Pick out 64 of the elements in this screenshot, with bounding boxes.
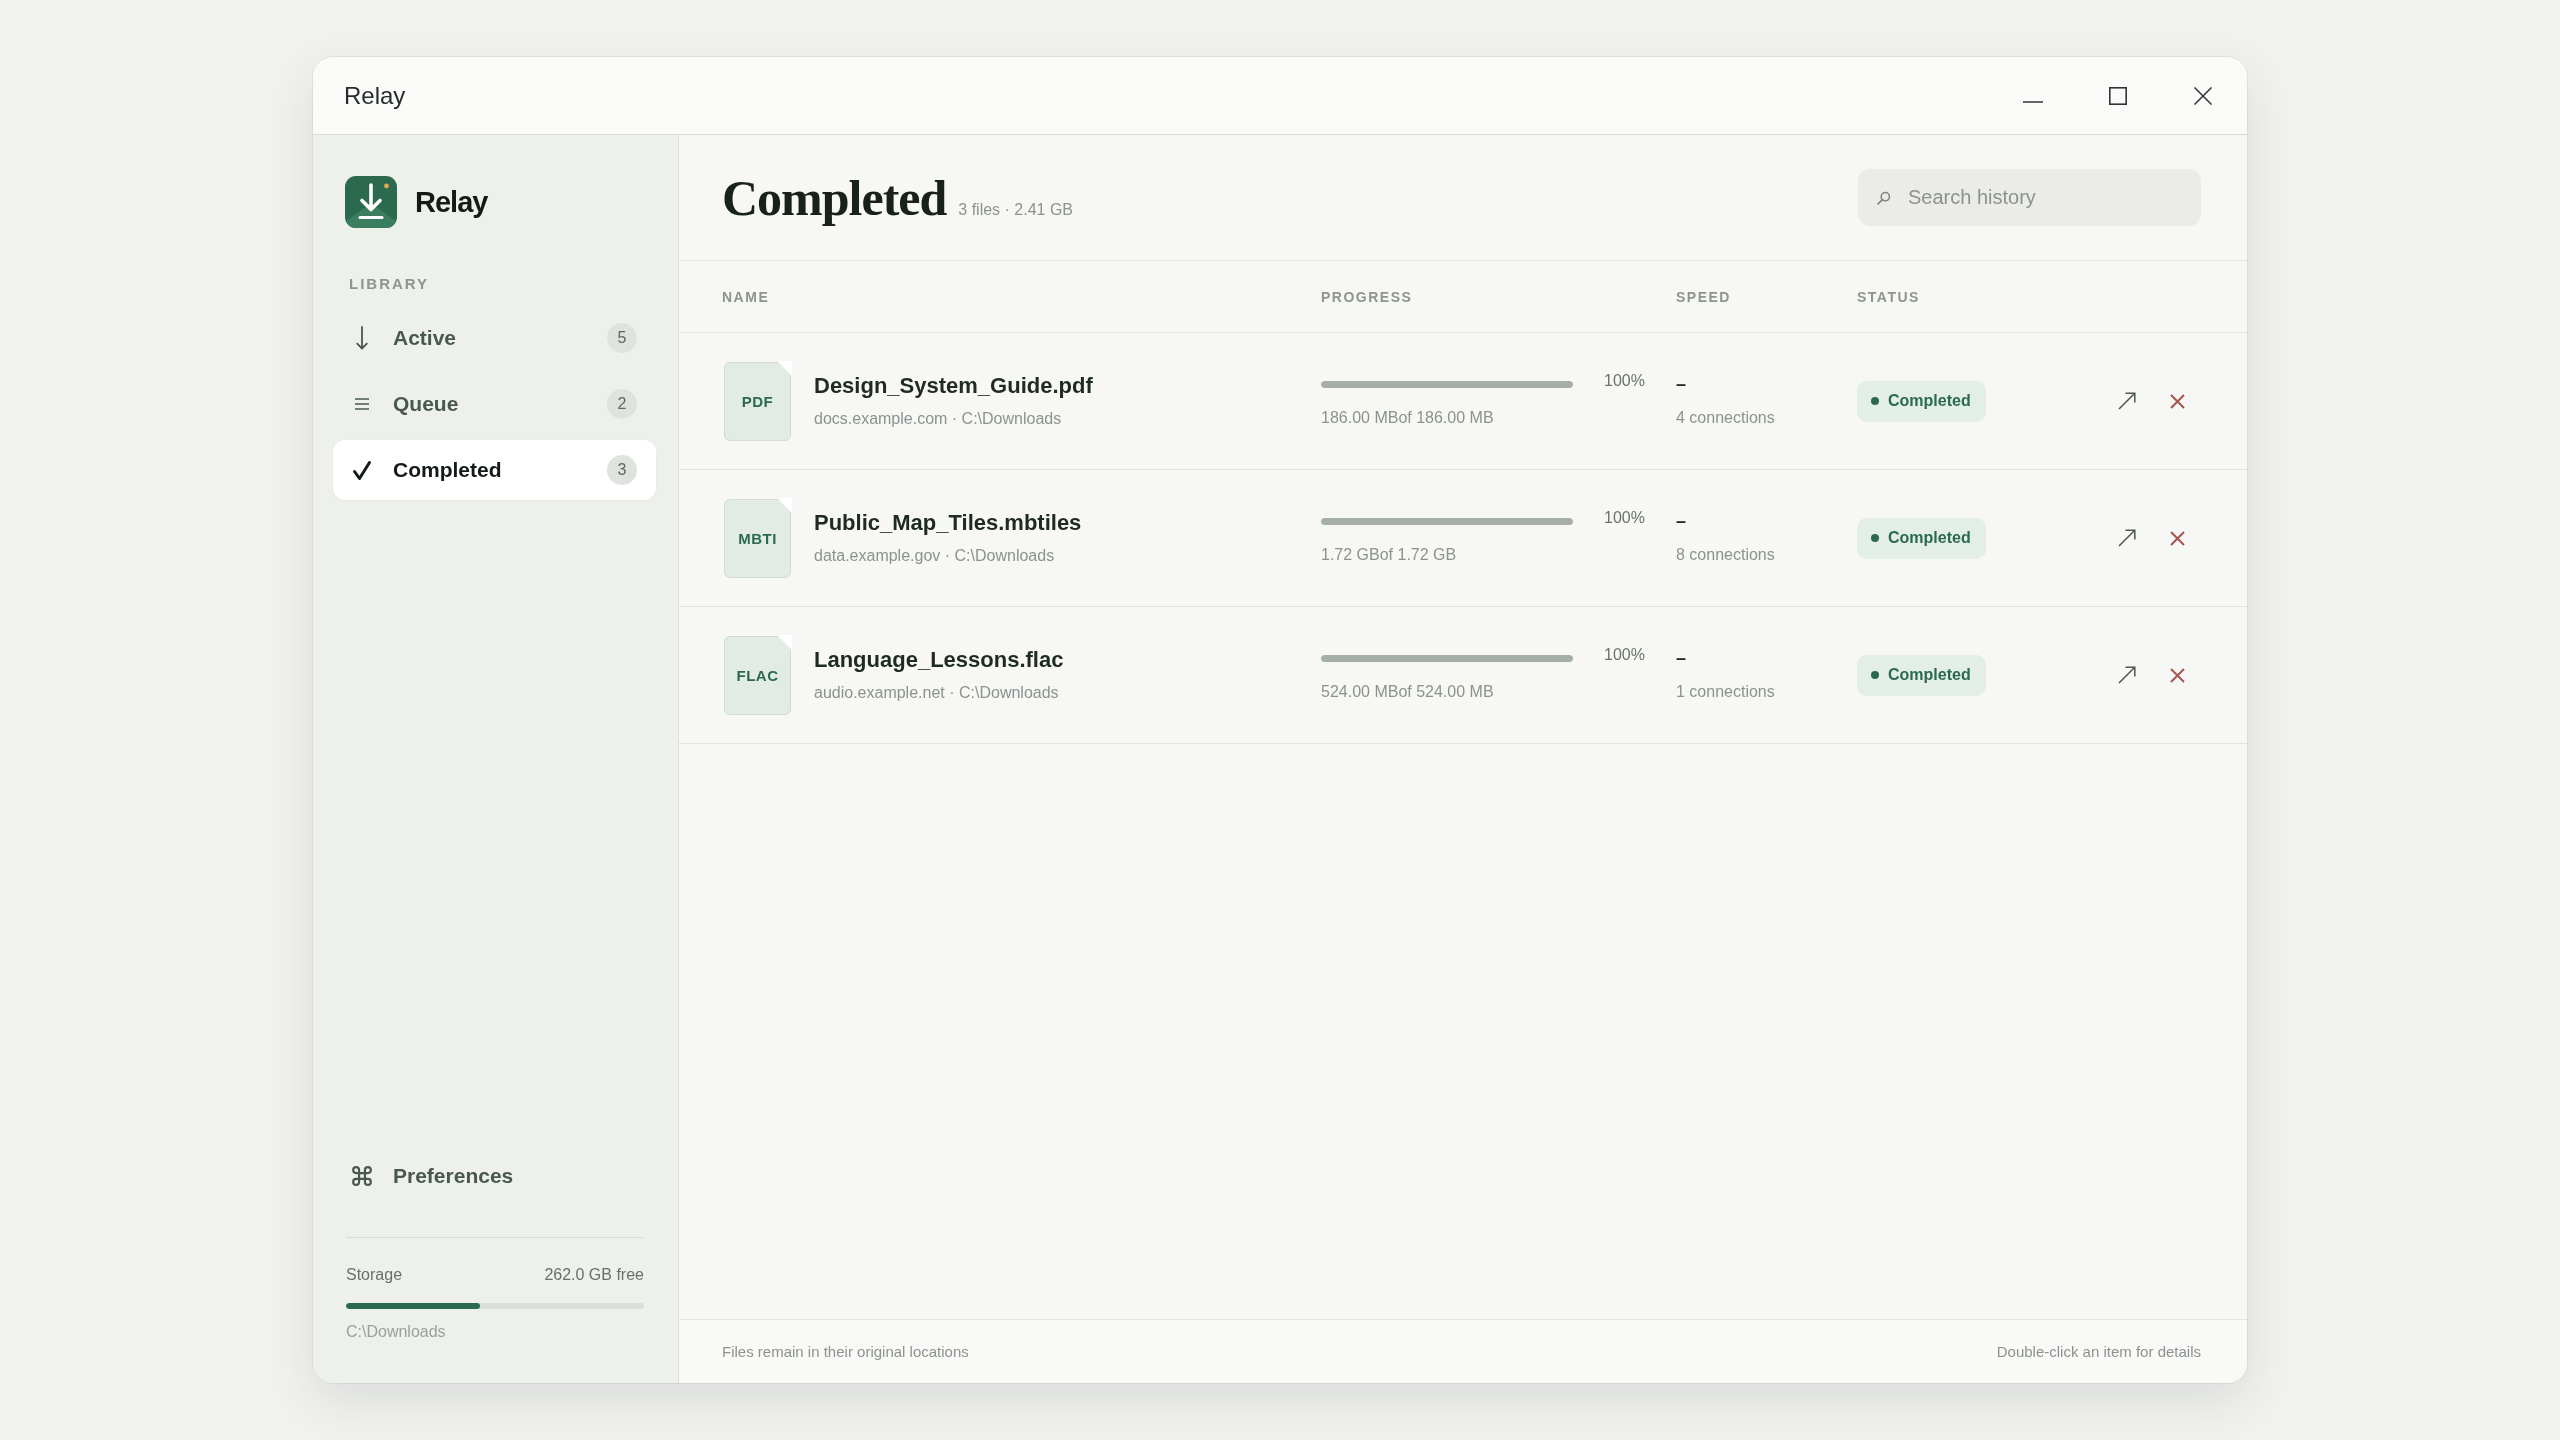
command-icon [352,1166,372,1186]
transferred-size: 1.72 GBof 1.72 GB [1321,545,1457,565]
status-text: Completed [1888,529,1971,547]
status-text: Completed [1888,666,1971,684]
file-type-tile: PDF [724,361,791,441]
file-source: docs.example.com · C:\Downloads [814,409,1062,429]
cross-icon [2169,393,2185,409]
storage-path: C:\Downloads [346,1323,447,1341]
cross-icon [2169,530,2185,546]
file-name: Language_Lessons.flac [814,647,1064,673]
footer-note: Files remain in their original locations [722,1343,969,1360]
file-type-tile: MBTI [724,498,791,578]
count-badge: 2 [607,389,637,419]
diagonal-arrow-icon [2118,666,2136,684]
file-name: Design_System_Guide.pdf [814,373,1093,399]
storage-free: 262.0 GB free [544,1266,644,1284]
section-label: LIBRARY [349,275,430,292]
speed-value: – [1676,374,1686,394]
speed-value: – [1676,648,1686,668]
page-title: Completed [722,168,947,227]
sidebar-item[interactable]: Queue 2 [333,374,656,434]
download-logo-icon [345,176,397,228]
list-icon [354,398,370,410]
minimize-icon [2023,100,2043,103]
diagonal-arrow-icon [2118,392,2136,410]
file-type-tile: FLAC [724,635,791,715]
progress-percent: 100% [1604,509,1645,527]
connection-count: 1 connections [1676,682,1775,702]
preferences-button[interactable]: Preferences [333,1146,656,1206]
diagonal-arrow-icon [2118,529,2136,547]
speed-value: – [1676,511,1686,531]
status-dot-icon [1871,534,1879,542]
sidebar-item[interactable]: Active 5 [333,308,656,368]
column-header: NAME [722,288,770,305]
arrow-down-icon [356,326,368,350]
check-icon [352,459,372,481]
maximize-icon [2109,86,2127,105]
sidebar-item[interactable]: Completed 3 [333,440,656,500]
search-field[interactable]: Search history [1858,169,2201,226]
column-header: SPEED [1676,288,1731,305]
file-source: audio.example.net · C:\Downloads [814,683,1059,703]
connection-count: 8 connections [1676,545,1775,565]
file-source: data.example.gov · C:\Downloads [814,546,1055,566]
transferred-size: 186.00 MBof 186.00 MB [1321,408,1494,428]
transferred-size: 524.00 MBof 524.00 MB [1321,682,1494,702]
progress-percent: 100% [1604,372,1645,390]
status-dot-icon [1871,397,1879,405]
app-name: Relay [415,185,488,219]
file-name: Public_Map_Tiles.mbtiles [814,510,1082,536]
status-text: Completed [1888,392,1971,410]
footer-hint: Double-click an item for details [1996,1343,2201,1360]
cross-icon [2169,667,2185,683]
column-header: PROGRESS [1321,288,1413,305]
close-icon [2194,86,2212,105]
file-summary: 3 files · 2.41 GB [958,200,1074,219]
status-dot-icon [1871,671,1879,679]
connection-count: 4 connections [1676,408,1775,428]
progress-percent: 100% [1604,646,1645,664]
count-badge: 3 [607,455,637,485]
storage-label: Storage [346,1266,403,1284]
window-title: Relay [344,81,406,110]
search-icon [1877,191,1891,205]
column-header: STATUS [1857,288,1920,305]
count-badge: 5 [607,323,637,353]
